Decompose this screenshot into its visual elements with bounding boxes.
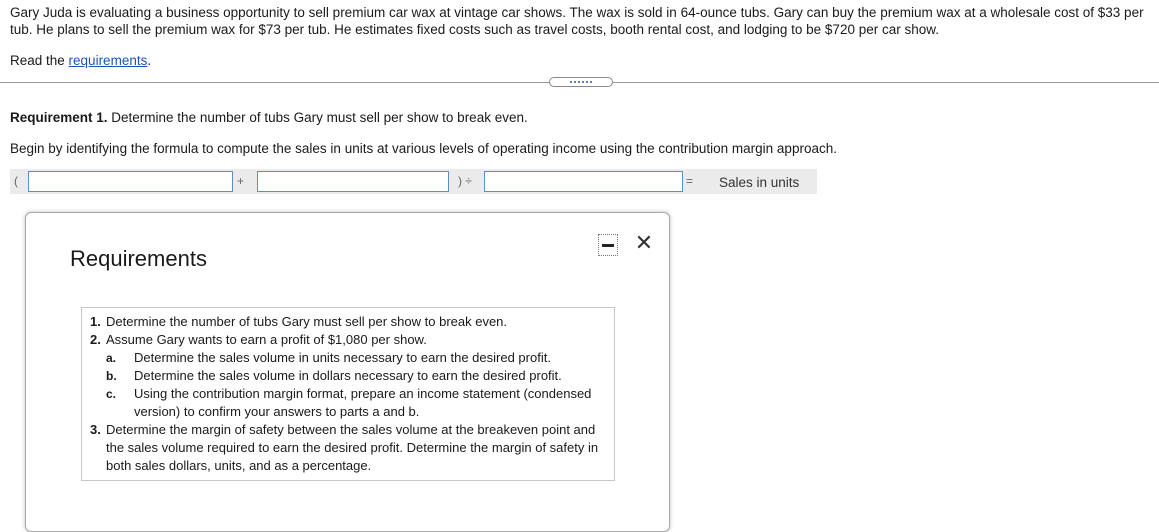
- open-paren: (: [14, 174, 18, 188]
- sub-item-text: Determine the sales volume in dollars ne…: [134, 368, 562, 383]
- formula-input-2[interactable]: [257, 171, 449, 192]
- plus-sign: +: [237, 174, 245, 188]
- minimize-button[interactable]: [598, 234, 618, 256]
- sales-in-units-label: Sales in units: [719, 175, 800, 190]
- formula-row: ( + ) ÷ = Sales in units: [10, 169, 817, 194]
- requirements-link[interactable]: requirements: [69, 53, 148, 68]
- item-number: 3.: [90, 422, 101, 437]
- requirements-dialog: Requirements ✕ 1. Determine the number o…: [25, 212, 670, 532]
- close-paren-divide: ) ÷: [458, 174, 472, 188]
- equals-sign: =: [686, 174, 694, 188]
- item-text: Determine the margin of safety between t…: [106, 422, 599, 473]
- sub-item-letter: b.: [106, 369, 117, 383]
- formula-input-1[interactable]: [28, 171, 233, 192]
- minimize-icon: [602, 243, 614, 247]
- sub-item-text: Using the contribution margin format, pr…: [134, 386, 592, 419]
- list-item: 2. Assume Gary wants to earn a profit of…: [90, 331, 606, 349]
- formula-input-3[interactable]: [484, 171, 683, 192]
- item-text: Determine the number of tubs Gary must s…: [106, 314, 508, 329]
- read-suffix: .: [147, 53, 152, 68]
- divider-expand-handle[interactable]: [549, 77, 613, 87]
- sub-item: c. Using the contribution margin format,…: [106, 385, 606, 421]
- close-button[interactable]: ✕: [633, 230, 655, 255]
- item-number: 1.: [90, 314, 101, 329]
- sub-item-letter: a.: [106, 351, 117, 365]
- read-requirements-line: Read the requirements.: [10, 53, 151, 68]
- list-item: 1. Determine the number of tubs Gary mus…: [90, 313, 606, 331]
- sub-item: b. Determine the sales volume in dollars…: [106, 367, 606, 385]
- item-number: 2.: [90, 332, 101, 347]
- sub-item-letter: c.: [106, 387, 117, 401]
- list-item: 3. Determine the margin of safety betwee…: [90, 421, 606, 475]
- close-icon: ✕: [634, 230, 654, 255]
- requirements-list: 1. Determine the number of tubs Gary mus…: [81, 307, 615, 481]
- requirement-1-heading: Requirement 1. Determine the number of t…: [10, 110, 528, 125]
- item-text: Assume Gary wants to earn a profit of $1…: [106, 332, 427, 347]
- sub-item: a. Determine the sales volume in units n…: [106, 349, 606, 367]
- requirement-1-text: Determine the number of tubs Gary must s…: [107, 110, 528, 125]
- dialog-title: Requirements: [70, 246, 207, 271]
- read-prefix: Read the: [10, 53, 69, 68]
- requirement-1-label: Requirement 1.: [10, 110, 108, 125]
- formula-instructions: Begin by identifying the formula to comp…: [10, 141, 837, 156]
- sub-item-text: Determine the sales volume in units nece…: [134, 350, 551, 365]
- dots-icon: [570, 81, 592, 83]
- problem-statement: Gary Juda is evaluating a business oppor…: [10, 5, 1144, 37]
